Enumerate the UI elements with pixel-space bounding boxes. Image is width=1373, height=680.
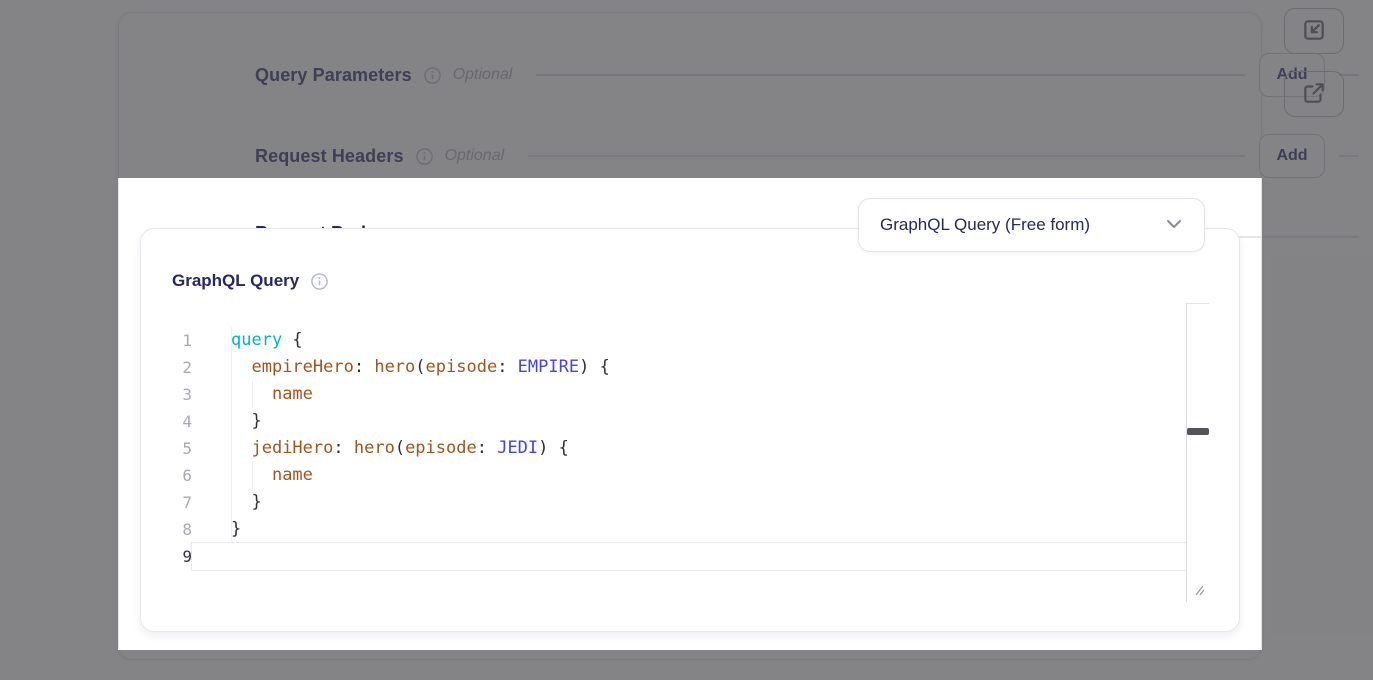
body-type-selected-value: GraphQL Query (Free form): [880, 215, 1156, 235]
code-line-3[interactable]: 3 name: [172, 381, 1186, 408]
graphql-query-panel: GraphQL Query 1query {2 empireHero: hero…: [140, 228, 1240, 632]
screen: Query Parameters Optional Add Request He…: [0, 0, 1373, 680]
code-editor[interactable]: 1query {2 empireHero: hero(episode: EMPI…: [172, 301, 1211, 602]
line-number: 5: [172, 435, 192, 462]
code-line-5[interactable]: 5 jediHero: hero(episode: JEDI) {: [172, 435, 1186, 462]
graphql-query-label-row: GraphQL Query: [172, 271, 328, 291]
line-number: 6: [172, 462, 192, 489]
code-line-4[interactable]: 4 }: [172, 408, 1186, 435]
arrow-into-square-icon: [1301, 17, 1327, 46]
code-line-content[interactable]: empireHero: hero(episode: EMPIRE) {: [192, 354, 1186, 381]
line-number: 9: [172, 543, 192, 570]
code-line-content[interactable]: query {: [192, 327, 1186, 354]
divider-drag-grip[interactable]: [1187, 428, 1209, 435]
request-headers-label: Request Headers: [255, 146, 404, 167]
info-icon[interactable]: [416, 148, 433, 165]
code-lines[interactable]: 1query {2 empireHero: hero(episode: EMPI…: [172, 327, 1186, 570]
code-line-7[interactable]: 7 }: [172, 489, 1186, 516]
editor-side-panel-divider: [1186, 303, 1187, 602]
divider: [536, 74, 1245, 76]
optional-badge: Optional: [445, 147, 505, 165]
optional-badge: Optional: [453, 66, 513, 84]
divider: [528, 155, 1245, 157]
code-line-content[interactable]: jediHero: hero(episode: JEDI) {: [192, 435, 1186, 462]
collapse-editor-button[interactable]: [1284, 8, 1344, 54]
code-line-1[interactable]: 1query {: [172, 327, 1186, 354]
dim-overlay-left: [0, 178, 118, 650]
code-line-content[interactable]: }: [192, 489, 1186, 516]
graphql-query-label: GraphQL Query: [172, 271, 299, 291]
divider: [1339, 155, 1359, 157]
line-number: 8: [172, 516, 192, 543]
line-number: 4: [172, 408, 192, 435]
code-line-9[interactable]: 9: [172, 543, 1186, 570]
editor-side-panel-edge: [1186, 303, 1209, 304]
open-external-button[interactable]: [1284, 71, 1344, 117]
textarea-resize-handle[interactable]: [1191, 582, 1209, 600]
line-number: 7: [172, 489, 192, 516]
request-headers-row: Request Headers Optional Add: [255, 134, 1359, 178]
code-line-content[interactable]: }: [192, 516, 1186, 543]
code-line-2[interactable]: 2 empireHero: hero(episode: EMPIRE) {: [172, 354, 1186, 381]
query-parameters-row: Query Parameters Optional Add: [255, 53, 1359, 97]
code-line-8[interactable]: 8}: [172, 516, 1186, 543]
line-number: 3: [172, 381, 192, 408]
line-number: 2: [172, 354, 192, 381]
info-icon[interactable]: [424, 67, 441, 84]
line-number: 1: [172, 327, 192, 354]
code-line-content[interactable]: name: [192, 381, 1186, 408]
external-link-icon: [1301, 80, 1327, 109]
query-parameters-label: Query Parameters: [255, 65, 412, 86]
add-request-header-button[interactable]: Add: [1259, 134, 1325, 178]
code-line-content[interactable]: }: [192, 408, 1186, 435]
body-type-select[interactable]: GraphQL Query (Free form): [858, 198, 1205, 252]
dim-overlay-right: [1262, 178, 1373, 650]
code-line-6[interactable]: 6 name: [172, 462, 1186, 489]
chevron-down-icon: [1166, 216, 1182, 234]
code-line-content[interactable]: name: [192, 462, 1186, 489]
info-icon[interactable]: [311, 273, 328, 290]
code-line-content[interactable]: [192, 543, 1186, 570]
